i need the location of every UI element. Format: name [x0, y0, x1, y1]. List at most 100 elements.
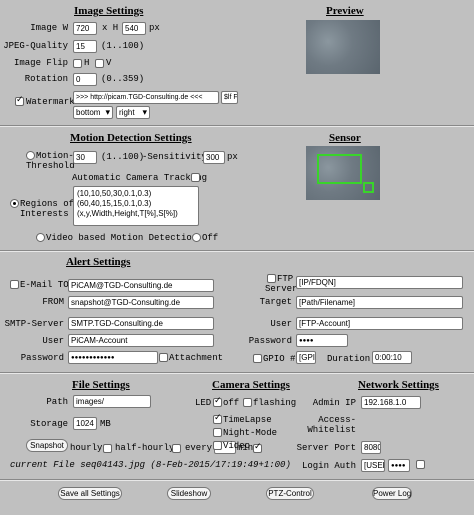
- ftp-password-label: Password: [248, 336, 292, 346]
- target-label: Target: [259, 297, 292, 307]
- auto-tracking-label: Automatic Camera Tracking: [72, 173, 208, 183]
- from-label: FROM: [42, 297, 64, 307]
- camera-settings-title: Camera Settings: [212, 379, 290, 391]
- nightmode-checkbox[interactable]: [213, 428, 222, 437]
- x-h-label: x H: [102, 23, 119, 33]
- auto-tracking-checkbox[interactable]: [191, 173, 200, 182]
- half-hourly-checkbox[interactable]: [172, 444, 181, 453]
- half-hourly-label: half-hourly: [115, 443, 175, 453]
- path-input[interactable]: images/: [73, 395, 151, 408]
- watermark-hpos-select[interactable]: right: [116, 106, 150, 119]
- timelapse-label: TimeLapse: [223, 415, 272, 425]
- user-label: User: [42, 336, 64, 346]
- every-label: every: [185, 443, 213, 453]
- current-file-label: current File seq04143.jpg (8-Feb-2015/17…: [10, 460, 291, 470]
- motion-off-label: Off: [202, 233, 219, 243]
- sensor-title: Sensor: [329, 132, 361, 144]
- divider: [0, 125, 474, 127]
- image-height-input[interactable]: 540: [122, 22, 146, 35]
- from-input[interactable]: snapshot@TGD-Consulting.de: [68, 296, 214, 309]
- power-log-button[interactable]: Power Log: [372, 487, 412, 500]
- email-to-input[interactable]: PiCAM@TGD-Consulting.de: [68, 279, 214, 292]
- ftp-user-input[interactable]: [FTP-Account]: [296, 317, 463, 330]
- led-off-checkbox[interactable]: [213, 396, 222, 407]
- ptz-control-button[interactable]: PTZ-Control: [266, 487, 314, 500]
- target-input[interactable]: [Path/Filename]: [296, 296, 463, 309]
- roi-box-2: [363, 182, 374, 193]
- save-all-button[interactable]: Save all Settings: [58, 487, 122, 500]
- image-width-input[interactable]: 720: [73, 22, 97, 35]
- gpio-input[interactable]: [GPI: [296, 351, 316, 364]
- login-password-input[interactable]: ●●●●: [388, 459, 410, 472]
- access-label-2: Whitelist: [307, 425, 356, 435]
- server-port-input[interactable]: 8080: [361, 441, 381, 454]
- gpio-checkbox[interactable]: [253, 354, 262, 363]
- storage-input[interactable]: 1024: [73, 417, 97, 430]
- led-flashing-checkbox[interactable]: [243, 398, 252, 407]
- watermark-extra-input[interactable]: $lf F: [221, 91, 238, 104]
- roi-line: (60,40,15,15,0.1,0.3): [77, 199, 152, 208]
- watermark-checkbox[interactable]: [15, 95, 24, 106]
- slideshow-button[interactable]: Slideshow: [167, 487, 211, 500]
- timelapse-checkbox[interactable]: [213, 413, 222, 424]
- ftp-label-2: Server: [265, 284, 298, 294]
- motion-threshold-label-2: Threshold: [26, 161, 75, 171]
- video-checkbox[interactable]: [213, 441, 222, 450]
- motion-settings-title: Motion Detection Settings: [70, 132, 192, 144]
- jpeg-quality-input[interactable]: 15: [73, 40, 97, 53]
- roi-line: (10,10,50,30,0.1,0.3): [77, 189, 152, 198]
- motion-threshold-input[interactable]: 30: [73, 151, 97, 164]
- attachment-label: Attachment: [169, 353, 224, 363]
- flip-h-checkbox[interactable]: [73, 59, 82, 68]
- px-label: px: [149, 23, 160, 33]
- rotation-input[interactable]: 0: [73, 73, 97, 86]
- hourly-label: hourly: [70, 443, 103, 453]
- image-w-label: Image W: [30, 23, 68, 33]
- motion-off-radio[interactable]: [192, 233, 201, 242]
- login-auth-label: Login Auth: [301, 461, 356, 471]
- image-flip-label: Image Flip: [13, 58, 68, 68]
- hourly-checkbox[interactable]: [103, 444, 112, 453]
- admin-ip-input[interactable]: 192.168.1.0: [361, 396, 421, 409]
- roi-textarea[interactable]: (10,10,50,30,0.1,0.3) (60,40,15,15,0.1,0…: [73, 186, 199, 226]
- jpeg-quality-label: JPEG-Quality: [3, 41, 68, 51]
- flip-v-label: V: [106, 58, 112, 68]
- password-input[interactable]: ●●●●●●●●●●●●: [68, 351, 158, 364]
- alert-settings-title: Alert Settings: [66, 256, 131, 268]
- watermark-vpos-select[interactable]: bottom: [73, 106, 113, 119]
- path-label: Path: [46, 397, 68, 407]
- divider: [0, 479, 474, 481]
- roi-line: (x,y,Width,Height,T[%],S[%]): [77, 209, 178, 218]
- preview-image[interactable]: [306, 20, 380, 74]
- duration-label: Duration: [327, 354, 371, 364]
- login-user-input[interactable]: [USEF: [361, 459, 385, 472]
- smtp-label: SMTP-Server: [4, 319, 64, 329]
- jpeg-range-label: (1..100): [101, 41, 145, 51]
- flip-h-label: H: [84, 58, 90, 68]
- duration-input[interactable]: 0:00:10: [372, 351, 412, 364]
- rotation-label: Rotation: [24, 74, 68, 84]
- smtp-input[interactable]: SMTP.TGD-Consulting.de: [68, 317, 214, 330]
- flip-v-checkbox[interactable]: [95, 59, 104, 68]
- password-label: Password: [20, 353, 64, 363]
- ftp-checkbox[interactable]: [267, 274, 276, 283]
- video-motion-radio[interactable]: [36, 233, 45, 242]
- server-port-label: Server Port: [296, 443, 356, 453]
- sensitivity-input[interactable]: 300: [203, 151, 225, 164]
- snapshot-button[interactable]: Snapshot: [26, 439, 68, 452]
- login-auth-checkbox[interactable]: [416, 460, 425, 469]
- every-checkbox[interactable]: [253, 442, 262, 453]
- motion-threshold-range: (1..100): [101, 152, 145, 162]
- sensitivity-label: -Sensitivity: [142, 152, 207, 162]
- roi-radio[interactable]: [10, 199, 19, 208]
- storage-label: Storage: [30, 419, 68, 429]
- file-settings-title: File Settings: [72, 379, 130, 391]
- ftp-user-label: User: [270, 319, 292, 329]
- motion-threshold-radio[interactable]: [26, 151, 35, 160]
- watermark-text-input[interactable]: >>> http://picam.TGD-Consulting.de <<<: [73, 91, 219, 104]
- ftp-password-input[interactable]: ●●●●: [296, 334, 348, 347]
- user-input[interactable]: PiCAM-Account: [68, 334, 214, 347]
- attachment-checkbox[interactable]: [159, 353, 168, 362]
- ftp-server-input[interactable]: [IP/FDQN]: [296, 276, 463, 289]
- email-checkbox[interactable]: [10, 280, 19, 289]
